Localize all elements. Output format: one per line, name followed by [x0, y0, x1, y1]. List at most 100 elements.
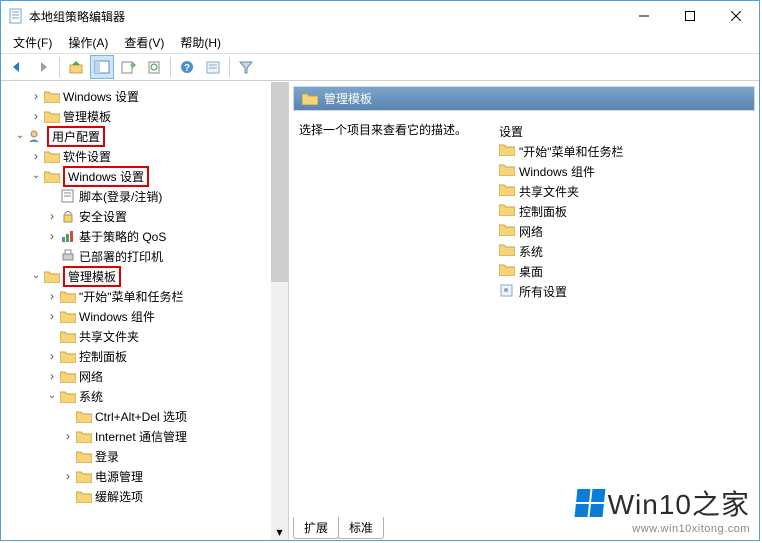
tree-pane[interactable]: Windows 设置 管理模板 用户配置 软件设置 Windows 设置 脚本(… — [1, 82, 289, 540]
scroll-down-icon[interactable]: ▾ — [271, 523, 288, 540]
tree-label: 基于策略的 QoS — [79, 228, 166, 245]
list-item[interactable]: 网络 — [499, 221, 749, 241]
list-item[interactable]: Windows 组件 — [499, 161, 749, 181]
expand-icon[interactable] — [45, 349, 59, 363]
item-label: 控制面板 — [519, 203, 567, 220]
tree-node[interactable]: 软件设置 — [1, 146, 271, 166]
tree-scrollbar[interactable]: ▴ ▾ — [271, 82, 288, 540]
printer-icon — [59, 248, 77, 264]
collapse-icon[interactable] — [45, 391, 59, 402]
tree-node[interactable]: 缓解选项 — [1, 486, 271, 506]
expand-icon[interactable] — [45, 309, 59, 323]
tree-node[interactable]: 管理模板 — [1, 106, 271, 126]
expand-icon[interactable] — [29, 149, 43, 163]
tree-node[interactable]: 基于策略的 QoS — [1, 226, 271, 246]
properties-button[interactable] — [201, 55, 225, 79]
refresh-button[interactable] — [142, 55, 166, 79]
tree-label: Internet 通信管理 — [95, 428, 187, 445]
column-header[interactable]: 设置 — [499, 121, 749, 141]
tree-label: Ctrl+Alt+Del 选项 — [95, 408, 187, 425]
folder-icon — [75, 448, 93, 464]
watermark: Win10之家 www.win10xitong.com — [576, 483, 750, 535]
expand-icon[interactable] — [45, 209, 59, 223]
tree-node[interactable]: Internet 通信管理 — [1, 426, 271, 446]
expand-icon[interactable] — [61, 429, 75, 443]
toolbar-separator — [229, 57, 230, 77]
collapse-icon[interactable] — [13, 131, 27, 142]
tree-node[interactable]: 系统 — [1, 386, 271, 406]
windows-logo-icon — [574, 489, 605, 517]
folder-icon — [499, 223, 515, 239]
toolbar-separator — [59, 57, 60, 77]
tree-node[interactable]: 用户配置 — [1, 126, 271, 146]
tree-node[interactable]: 电源管理 — [1, 466, 271, 486]
menu-help[interactable]: 帮助(H) — [174, 32, 227, 53]
maximize-button[interactable] — [667, 1, 713, 31]
tree-label: 系统 — [79, 388, 103, 405]
user-config-icon — [27, 128, 45, 144]
tree-label: 用户配置 — [47, 126, 105, 147]
expand-icon[interactable] — [61, 469, 75, 483]
close-button[interactable] — [713, 1, 759, 31]
collapse-icon[interactable] — [29, 271, 43, 282]
list-item[interactable]: 系统 — [499, 241, 749, 261]
tree-node[interactable]: 脚本(登录/注销) — [1, 186, 271, 206]
titlebar[interactable]: 本地组策略编辑器 — [1, 1, 759, 31]
expand-icon[interactable] — [45, 289, 59, 303]
up-button[interactable] — [64, 55, 88, 79]
folder-icon — [75, 428, 93, 444]
expand-icon[interactable] — [45, 369, 59, 383]
list-item[interactable]: "开始"菜单和任务栏 — [499, 141, 749, 161]
folder-icon — [499, 203, 515, 219]
folder-icon — [75, 408, 93, 424]
list-item[interactable]: 所有设置 — [499, 281, 749, 301]
back-button[interactable] — [5, 55, 29, 79]
list-item[interactable]: 共享文件夹 — [499, 181, 749, 201]
tree-node[interactable]: 网络 — [1, 366, 271, 386]
folder-icon — [499, 243, 515, 259]
filter-button[interactable] — [234, 55, 258, 79]
tree-node[interactable]: Windows 设置 — [1, 86, 271, 106]
show-tree-button[interactable] — [90, 55, 114, 79]
tree-node[interactable]: "开始"菜单和任务栏 — [1, 286, 271, 306]
qos-icon — [59, 228, 77, 244]
item-label: 系统 — [519, 243, 543, 260]
menu-view[interactable]: 查看(V) — [118, 32, 170, 53]
folder-icon — [302, 92, 318, 106]
tree-label: "开始"菜单和任务栏 — [79, 288, 184, 305]
list-item[interactable]: 控制面板 — [499, 201, 749, 221]
tree-node[interactable]: 管理模板 — [1, 266, 271, 286]
tree-node[interactable]: Windows 组件 — [1, 306, 271, 326]
forward-button[interactable] — [31, 55, 55, 79]
scroll-thumb[interactable] — [271, 82, 288, 282]
expand-icon[interactable] — [29, 109, 43, 123]
security-icon — [59, 208, 77, 224]
tab-standard[interactable]: 标准 — [338, 517, 384, 539]
item-label: 桌面 — [519, 263, 543, 280]
folder-icon — [499, 263, 515, 279]
item-label: Windows 组件 — [519, 163, 595, 180]
details-body: 选择一个项目来查看它的描述。 设置 "开始"菜单和任务栏 Windows 组件 … — [293, 111, 755, 536]
collapse-icon[interactable] — [29, 171, 43, 182]
tree-label: 控制面板 — [79, 348, 127, 365]
export-button[interactable] — [116, 55, 140, 79]
tree-node[interactable]: 共享文件夹 — [1, 326, 271, 346]
tree-node[interactable]: 登录 — [1, 446, 271, 466]
tree-node[interactable]: 安全设置 — [1, 206, 271, 226]
help-button[interactable]: ? — [175, 55, 199, 79]
tree-node[interactable]: Ctrl+Alt+Del 选项 — [1, 406, 271, 426]
tree-label: Windows 设置 — [63, 166, 149, 187]
tree-node[interactable]: Windows 设置 — [1, 166, 271, 186]
expand-icon[interactable] — [29, 89, 43, 103]
tab-extended[interactable]: 扩展 — [293, 517, 339, 539]
tree-label: 管理模板 — [63, 108, 111, 125]
list-item[interactable]: 桌面 — [499, 261, 749, 281]
menu-file[interactable]: 文件(F) — [7, 32, 58, 53]
details-pane: 管理模板 选择一个项目来查看它的描述。 设置 "开始"菜单和任务栏 Window… — [289, 82, 759, 540]
expand-icon[interactable] — [45, 229, 59, 243]
minimize-button[interactable] — [621, 1, 667, 31]
menu-action[interactable]: 操作(A) — [62, 32, 114, 53]
folder-icon — [59, 328, 77, 344]
tree-node[interactable]: 控制面板 — [1, 346, 271, 366]
tree-node[interactable]: 已部署的打印机 — [1, 246, 271, 266]
